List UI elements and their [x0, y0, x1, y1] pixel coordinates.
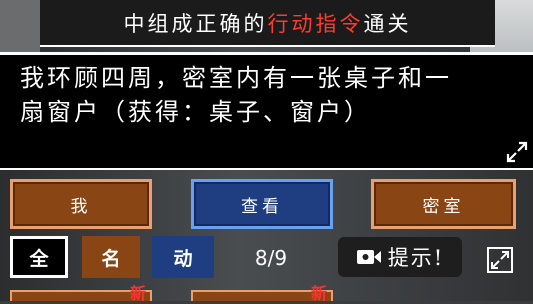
new-badge: 新 — [130, 284, 147, 303]
hint-button[interactable]: 提示! — [338, 237, 462, 277]
filter-verb-tab[interactable]: 动 — [152, 236, 214, 278]
progress-counter: 8/9 — [254, 246, 288, 270]
instruction-banner: 中组成正确的 行动指令 通关 — [40, 0, 495, 47]
new-badge: 新 — [311, 284, 328, 303]
story-line-2: 扇窗户（获得：桌子、窗户） — [20, 98, 371, 126]
story-text-panel: 我环顾四周，密室内有一张桌子和一 扇窗户（获得：桌子、窗户） — [0, 52, 533, 170]
command-word-label: 我 — [70, 196, 92, 217]
command-word-look[interactable]: 查看 — [191, 179, 333, 229]
filter-all-label: 全 — [29, 247, 49, 270]
filter-all-tab[interactable]: 全 — [10, 236, 68, 278]
banner-prefix: 中组成正确的 — [123, 11, 268, 36]
command-word-me[interactable]: 我 — [10, 179, 152, 229]
hint-label: 提示! — [387, 246, 445, 270]
background-wall — [0, 0, 40, 55]
command-word-label: 查看 — [241, 196, 283, 217]
banner-highlight: 行动指令 — [267, 11, 364, 36]
filter-verb-label: 动 — [173, 247, 193, 270]
filter-noun-tab[interactable]: 名 — [82, 236, 140, 278]
command-word-label: 密室 — [422, 196, 465, 217]
story-line-1: 我环顾四周，密室内有一张桌子和一 — [20, 64, 452, 92]
expand-icon[interactable] — [505, 140, 529, 164]
filter-noun-label: 名 — [101, 247, 121, 270]
command-word-room[interactable]: 密室 — [371, 179, 516, 229]
fullscreen-icon[interactable] — [486, 246, 514, 274]
video-camera-icon — [356, 250, 381, 264]
banner-suffix: 通关 — [363, 11, 412, 36]
